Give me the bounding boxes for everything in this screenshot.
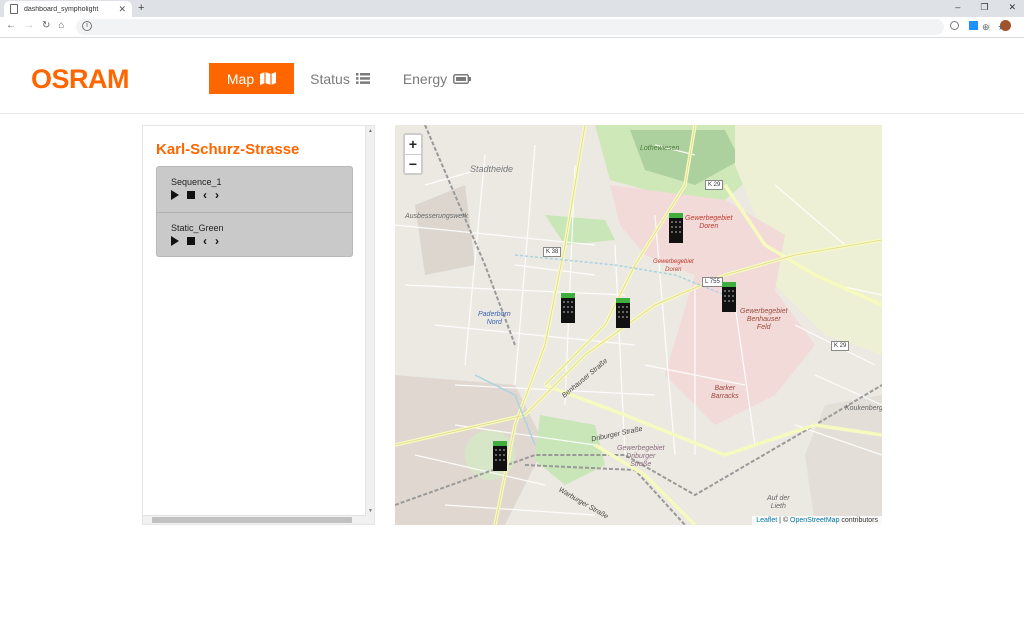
attribution-separator: | ©: [777, 517, 791, 524]
new-tab-button[interactable]: +: [138, 2, 144, 14]
address-bar: ← → ↻ ⌂ i ⊕ ★ | ⋮: [0, 17, 1024, 38]
chevron-left-icon[interactable]: ‹: [203, 235, 207, 247]
scroll-up-icon[interactable]: ▲: [368, 128, 373, 134]
label-koukenberg: Koukenberg: [845, 405, 882, 412]
app-header: OSRAM Map Status Energy: [0, 55, 1024, 114]
play-icon[interactable]: [171, 190, 179, 200]
menu-energy-label: Energy: [402, 70, 448, 87]
sequence-panel: Karl-Schurz-Strasse Sequence_1 ‹ › Stati…: [142, 125, 375, 525]
url-input[interactable]: i ⊕ ★: [76, 19, 1006, 35]
vertical-scrollbar[interactable]: ▲ ▼: [365, 126, 374, 524]
label-auf-der-lieth: Auf der Lieth: [767, 495, 790, 510]
browser-tab-bar: dashboard_sympholight ✕ + – ❐ ✕: [0, 0, 1024, 17]
close-tab-icon[interactable]: ✕: [118, 4, 126, 15]
label-gewerbegebiet-driburger: Gewerbegebiet Driburger Straße: [617, 445, 665, 468]
window-controls: – ❐ ✕: [955, 2, 1016, 13]
sequence-list: Sequence_1 ‹ › Static_Green ‹ ›: [156, 166, 353, 257]
map-view[interactable]: Stadtheide Lothewiesen Ausbesserungswerk…: [395, 125, 882, 525]
sequence-item: Static_Green ‹ ›: [157, 212, 352, 257]
stop-icon[interactable]: [187, 191, 195, 199]
list-icon: [355, 73, 370, 84]
label-gewerbegebiet-benhausen: Gewerbegebiet Benhauser Feld: [740, 308, 788, 331]
scroll-down-icon[interactable]: ▼: [368, 508, 373, 514]
reload-icon[interactable]: ↻: [42, 20, 50, 31]
menu-energy[interactable]: Energy: [396, 63, 478, 94]
road-tag-l755: L 755: [702, 277, 723, 287]
label-stadtheide: Stadtheide: [470, 164, 514, 174]
label-gewerbegebiet-doren-small: Gewerbegebiet Doren: [653, 259, 694, 273]
building-marker-icon[interactable]: [492, 441, 508, 471]
info-icon[interactable]: i: [82, 21, 92, 31]
openstreetmap-link[interactable]: OpenStreetMap: [790, 517, 839, 524]
maximize-button[interactable]: ❐: [980, 2, 988, 13]
menu-map-label: Map: [226, 70, 255, 87]
building-marker-icon[interactable]: [721, 282, 737, 312]
stop-icon[interactable]: [187, 237, 195, 245]
browser-nav: ← → ↻ ⌂: [6, 20, 64, 31]
label-barker-barracks: Barker Barracks: [711, 385, 739, 400]
tab-title: dashboard_sympholight: [24, 5, 99, 13]
menu-status-label: Status: [310, 70, 350, 87]
zoom-out-button[interactable]: −: [405, 154, 421, 173]
zoom-in-button[interactable]: +: [405, 135, 421, 154]
forward-icon[interactable]: →: [24, 20, 34, 31]
document-icon: [10, 4, 18, 14]
map-attribution: Leaflet | © OpenStreetMap contributors: [752, 516, 882, 525]
chevron-left-icon[interactable]: ‹: [203, 189, 207, 201]
profile-avatar[interactable]: [1000, 20, 1012, 31]
home-icon[interactable]: ⌂: [58, 20, 64, 31]
osram-logo: OSRAM: [31, 64, 130, 94]
extension-circle-icon[interactable]: [950, 21, 959, 30]
leaflet-link[interactable]: Leaflet: [756, 517, 777, 524]
building-marker-icon[interactable]: [615, 298, 631, 328]
building-marker-icon[interactable]: [560, 293, 576, 323]
road-tag-k38: K 38: [543, 247, 562, 257]
map-icon: [260, 72, 277, 85]
close-window-button[interactable]: ✕: [1008, 2, 1016, 13]
sequence-item: Sequence_1 ‹ ›: [157, 167, 352, 212]
zoom-control: + −: [403, 133, 423, 175]
battery-icon: [453, 73, 472, 84]
street-title: Karl-Schurz-Strasse: [156, 141, 300, 158]
separator: |: [988, 20, 991, 31]
sequence-name: Sequence_1: [171, 177, 222, 187]
horizontal-scrollbar[interactable]: [143, 515, 366, 524]
browser-tab[interactable]: dashboard_sympholight ✕: [4, 1, 132, 17]
label-gewerbegebiet-doren: Gewerbegebiet Doren: [685, 215, 733, 230]
menu-map[interactable]: Map: [209, 63, 294, 94]
scroll-thumb[interactable]: [152, 517, 352, 523]
windows-extension-icon[interactable]: [969, 21, 978, 30]
minimize-button[interactable]: –: [955, 2, 960, 13]
label-paderborn-nord: Paderborn Nord: [478, 311, 511, 326]
label-lothewiesen: Lothewiesen: [640, 145, 680, 152]
road-tag-k29: K 29: [831, 341, 850, 351]
building-marker-icon[interactable]: [668, 213, 684, 243]
sequence-name: Static_Green: [171, 223, 224, 233]
chevron-right-icon[interactable]: ›: [215, 189, 219, 201]
play-icon[interactable]: [171, 236, 179, 246]
chevron-right-icon[interactable]: ›: [215, 235, 219, 247]
menu-status[interactable]: Status: [302, 63, 378, 94]
label-ausbesserungswerk: Ausbesserungswerk: [405, 213, 469, 220]
attribution-tail: contributors: [839, 517, 878, 524]
extensions: | ⋮: [950, 20, 1024, 31]
road-tag-k29: K 29: [705, 180, 724, 190]
back-icon[interactable]: ←: [6, 20, 16, 31]
